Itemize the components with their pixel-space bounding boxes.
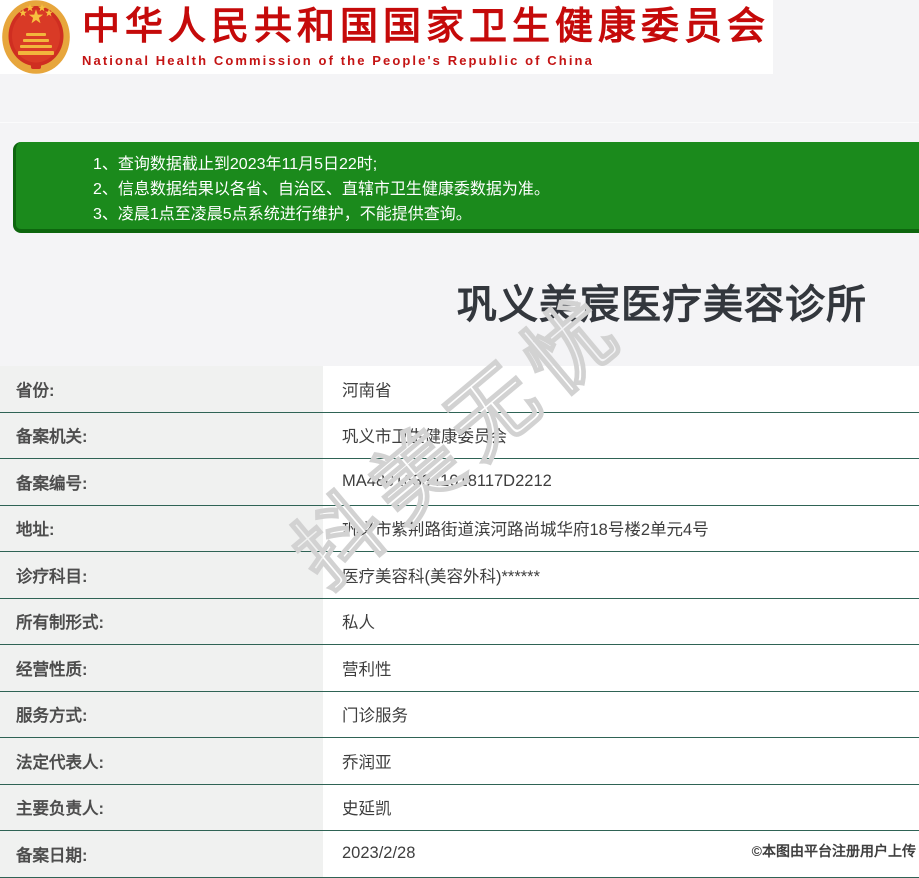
row-value: 营利性 <box>323 645 919 691</box>
record-table: 省份: 河南省 备案机关: 巩义市卫生健康委员会 备案编号: MA4801688… <box>0 366 919 878</box>
table-row: 备案编号: MA480168841018117D2212 <box>0 459 919 506</box>
query-notice-box: 1、查询数据截止到2023年11月5日22时; 2、信息数据结果以各省、自治区、… <box>13 142 919 233</box>
row-value: 巩义市卫生健康委员会 <box>323 412 919 458</box>
table-row: 经营性质: 营利性 <box>0 645 919 692</box>
row-value: 门诊服务 <box>323 691 919 737</box>
header-title-cn: 中华人民共和国国家卫生健康委员会 <box>82 6 771 48</box>
header-divider <box>0 122 919 123</box>
notice-line-3: 3、凌晨1点至凌晨5点系统进行维护，不能提供查询。 <box>93 206 472 223</box>
notice-line-2: 2、信息数据结果以各省、自治区、直辖市卫生健康委数据为准。 <box>93 181 550 198</box>
prc-national-emblem-icon <box>2 0 70 74</box>
notice-line-1: 1、查询数据截止到2023年11月5日22时; <box>93 156 378 173</box>
table-row: 所有制形式: 私人 <box>0 598 919 645</box>
institution-name-title: 巩义美宸医疗美容诊所 <box>457 283 867 327</box>
row-value: 乔润亚 <box>323 738 919 784</box>
row-label: 服务方式: <box>0 691 323 737</box>
row-label: 所有制形式: <box>0 598 323 644</box>
table-row: 诊疗科目: 医疗美容科(美容外科)****** <box>0 552 919 599</box>
table-row: 地址: 巩义市紫荆路街道滨河路尚城华府18号楼2单元4号 <box>0 505 919 552</box>
row-label: 诊疗科目: <box>0 552 323 598</box>
row-label: 法定代表人: <box>0 738 323 784</box>
table-row: 法定代表人: 乔润亚 <box>0 738 919 785</box>
row-label: 主要负责人: <box>0 784 323 830</box>
row-label: 地址: <box>0 505 323 551</box>
row-value: MA480168841018117D2212 <box>323 459 919 505</box>
copyright-note: ©本图由平台注册用户上传 <box>751 843 916 859</box>
row-value: 私人 <box>323 598 919 644</box>
row-label: 备案机关: <box>0 412 323 458</box>
table-row: 省份: 河南省 <box>0 366 919 413</box>
row-value: 史延凯 <box>323 784 919 830</box>
row-label: 省份: <box>0 366 323 412</box>
site-header: 中华人民共和国国家卫生健康委员会 National Health Commiss… <box>0 0 773 74</box>
row-value: 河南省 <box>323 366 919 412</box>
row-value: 巩义市紫荆路街道滨河路尚城华府18号楼2单元4号 <box>323 505 919 551</box>
table-row: 备案机关: 巩义市卫生健康委员会 <box>0 412 919 459</box>
header-text-block: 中华人民共和国国家卫生健康委员会 National Health Commiss… <box>82 4 770 68</box>
table-row: 服务方式: 门诊服务 <box>0 691 919 738</box>
header-title-en: National Health Commission of the People… <box>82 53 594 68</box>
row-value: 医疗美容科(美容外科)****** <box>323 552 919 598</box>
row-label: 备案日期: <box>0 831 323 877</box>
table-row: 主要负责人: 史延凯 <box>0 784 919 831</box>
row-label: 经营性质: <box>0 645 323 691</box>
row-label: 备案编号: <box>0 459 323 505</box>
